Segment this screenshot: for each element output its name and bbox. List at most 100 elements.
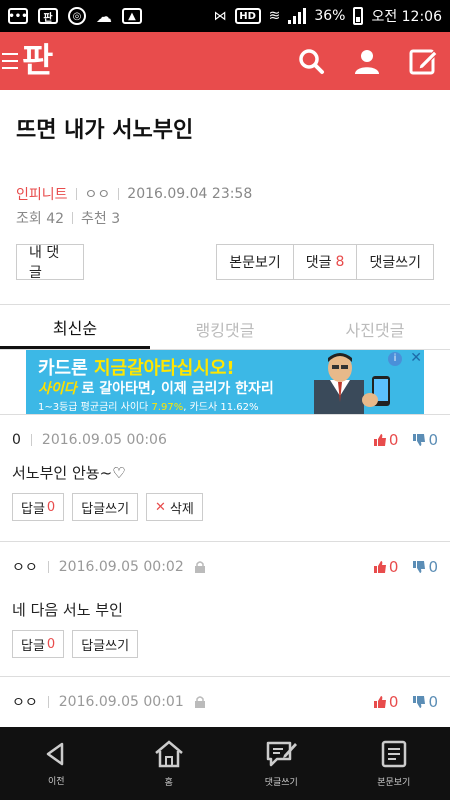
wifi-icon: ≋ [268, 8, 281, 24]
back-icon [47, 742, 64, 766]
ad-brand: 사이다 [38, 381, 77, 397]
delete-x-icon: ✕ [155, 499, 166, 515]
comment-votes: 0 0 [373, 431, 438, 449]
comment-author[interactable]: 0 [12, 432, 21, 448]
downvote-count: 0 [428, 693, 438, 711]
upvote-count: 0 [388, 693, 399, 711]
comment-item: ㅇㅇ 2016.09.05 00:01 0 0 [0, 690, 450, 714]
reply-button[interactable]: 답글 0 [12, 493, 65, 521]
nav-back[interactable]: 이전 [0, 727, 113, 800]
comment-header: 0 2016.09.05 00:06 0 0 [12, 428, 438, 452]
write-icon[interactable] [408, 46, 438, 76]
comments-count: 8 [335, 254, 345, 270]
reply-count: 0 [46, 636, 56, 652]
user-icon[interactable] [352, 46, 382, 76]
tab-latest[interactable]: 최신순 [0, 308, 150, 349]
ad-banner[interactable]: 카드론 지금갈아타십시오! 사이다 로 갈아타면, 이제 금리가 한자리 1~3… [26, 350, 424, 414]
reply-count: 0 [46, 499, 56, 515]
comment-actions: 답글 0 답글쓰기 ✕ 삭제 [12, 493, 438, 521]
ad-fineprint: 1~3등급 평균금리 사이다 7.97%, 카드사 11.62% [38, 402, 259, 413]
image-icon: ▲ [122, 8, 142, 24]
divider [0, 676, 450, 677]
status-bar: ••• 판 ◎ ☁ ▲ ⋈ HD ≋ 36% 오전 12:06 [0, 0, 450, 32]
post-views: 조회 42 [16, 211, 65, 227]
upvote-count: 0 [388, 431, 399, 449]
comment-votes: 0 0 [373, 558, 438, 576]
view-post-button[interactable]: 본문보기 [216, 244, 294, 280]
downvote-button[interactable]: 0 [412, 693, 438, 711]
upvote-button[interactable]: 0 [373, 558, 399, 576]
pann-notification-icon: 판 [38, 8, 58, 24]
chat-icon: ••• [8, 8, 28, 24]
menu-icon[interactable] [2, 53, 18, 69]
ad-info-icon[interactable]: i [388, 352, 402, 366]
my-comments-button[interactable]: 내 댓글 [16, 244, 84, 281]
thumbs-down-icon [413, 696, 426, 708]
comment-header: ㅇㅇ 2016.09.05 00:02 0 0 [12, 555, 438, 579]
search-icon[interactable] [296, 46, 326, 76]
clock: 오전 12:06 [371, 9, 442, 25]
comment-author[interactable]: ㅇㅇ [12, 692, 38, 712]
write-comment-button[interactable]: 댓글쓰기 [357, 244, 434, 280]
upvote-button[interactable]: 0 [373, 431, 399, 449]
post-meta: 인피니트 ㅇㅇ 2016.09.04 23:58 [16, 184, 434, 204]
ad-headline: 카드론 지금갈아타십시오! [38, 358, 235, 379]
post-title: 뜨면 내가 서노부인 [16, 118, 194, 143]
divider [0, 304, 450, 305]
post-stats: 조회 42 추천 3 [16, 208, 434, 228]
nav-view-post-label: 본문보기 [377, 778, 411, 788]
thumbs-up-icon [373, 561, 386, 573]
post-action-group: 본문보기 댓글 8 댓글쓰기 [216, 244, 434, 280]
battery-icon [353, 7, 364, 25]
divider [0, 414, 450, 415]
separator [47, 696, 49, 708]
comment-votes: 0 0 [373, 693, 438, 711]
ad-close-icon[interactable]: ✕ [410, 350, 422, 366]
comments-button[interactable]: 댓글 8 [293, 244, 358, 280]
comment-item: 0 2016.09.05 00:06 0 0 서노부인 안뇽~♡ 답글 0 답글쓰… [0, 428, 450, 521]
app-header: 판 [0, 32, 450, 90]
comment-datetime: 2016.09.05 00:06 [41, 432, 167, 448]
comment-text: 서노부인 안뇽~♡ [12, 464, 126, 482]
separator [72, 212, 74, 224]
post-recommends: 추천 3 [81, 211, 121, 227]
downvote-count: 0 [428, 431, 438, 449]
tab-photo[interactable]: 사진댓글 [300, 308, 450, 349]
post-nickname: ㅇㅇ [84, 187, 111, 203]
tab-ranking[interactable]: 랭킹댓글 [150, 308, 300, 349]
signal-icon [288, 8, 307, 24]
downvote-button[interactable]: 0 [412, 431, 438, 449]
nav-write-comment[interactable]: 댓글쓰기 [225, 727, 338, 800]
upvote-button[interactable]: 0 [373, 693, 399, 711]
thumbs-up-icon [373, 696, 386, 708]
comment-datetime: 2016.09.05 00:01 [58, 694, 184, 710]
reply-button[interactable]: 답글 0 [12, 630, 65, 658]
separator [30, 434, 32, 446]
nav-write-comment-label: 댓글쓰기 [264, 778, 298, 788]
thumbs-down-icon [413, 434, 426, 446]
nav-home[interactable]: 홈 [113, 727, 226, 800]
divider [0, 541, 450, 542]
nav-view-post[interactable]: 본문보기 [338, 727, 450, 800]
delete-button[interactable]: ✕ 삭제 [146, 493, 203, 521]
downvote-button[interactable]: 0 [412, 558, 438, 576]
ad-subline: 사이다 로 갈아타면, 이제 금리가 한자리 [38, 381, 274, 397]
write-reply-button[interactable]: 답글쓰기 [72, 493, 139, 521]
hd-icon: HD [234, 8, 261, 24]
ad-spokesman-image [314, 353, 390, 414]
post-button-row: 내 댓글 본문보기 댓글 8 댓글쓰기 [16, 244, 434, 281]
lock-icon [194, 696, 205, 708]
separator [47, 561, 49, 573]
comment-header: ㅇㅇ 2016.09.05 00:01 0 0 [12, 690, 438, 714]
write-reply-button[interactable]: 답글쓰기 [72, 630, 139, 658]
logo[interactable]: 판 [22, 44, 53, 78]
downvote-count: 0 [428, 558, 438, 576]
instagram-icon: ◎ [68, 7, 86, 25]
post-header: 뜨면 내가 서노부인 인피니트 ㅇㅇ 2016.09.04 23:58 조회 4… [0, 90, 450, 228]
upvote-count: 0 [388, 558, 399, 576]
post-author[interactable]: 인피니트 [16, 184, 68, 204]
separator [118, 188, 120, 200]
comment-sort-tabs: 최신순 랭킹댓글 사진댓글 [0, 308, 450, 350]
post-datetime: 2016.09.04 23:58 [127, 186, 253, 202]
comment-author[interactable]: ㅇㅇ [12, 557, 38, 577]
